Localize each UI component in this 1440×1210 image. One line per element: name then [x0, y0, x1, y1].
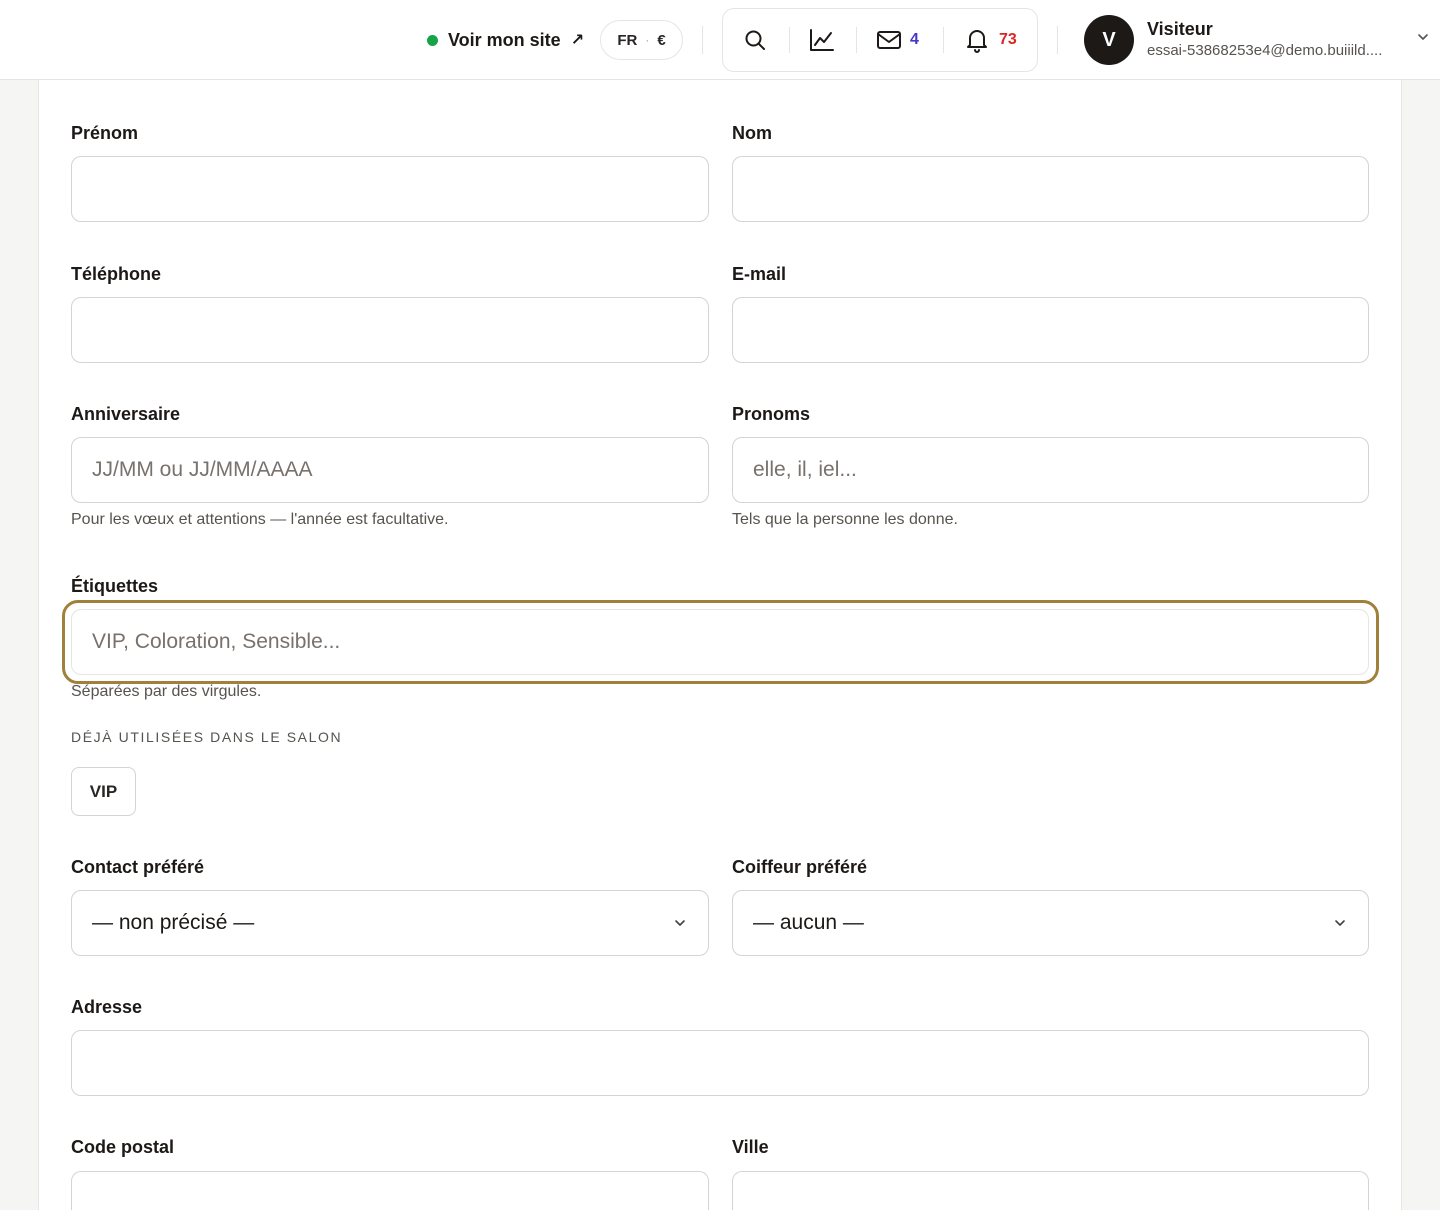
phone-input[interactable] — [71, 297, 709, 363]
external-arrow-icon: ↗ — [570, 32, 585, 49]
first-name-label: Prénom — [71, 123, 139, 143]
chevron-down-icon — [1418, 34, 1428, 40]
email-field[interactable] — [732, 297, 1369, 363]
preferred-contact-value: — non précisé — — [92, 911, 255, 934]
preferred-stylist-value: — aucun — — [753, 911, 864, 934]
user-name: Visiteur — [1147, 19, 1213, 39]
avatar[interactable]: V — [1084, 15, 1134, 65]
user-email: essai-53868253e4@demo.buiiild.... — [1147, 42, 1383, 59]
birthday-label: Anniversaire — [71, 404, 181, 424]
pronouns-placeholder: elle, il, iel... — [753, 458, 857, 481]
search-icon — [745, 30, 765, 50]
preferred-contact-select[interactable]: — non précisé — — [71, 890, 709, 956]
divider — [943, 27, 944, 53]
user-menu-toggle[interactable] — [1416, 30, 1430, 49]
locale-currency: € — [657, 31, 666, 49]
divider — [1057, 26, 1058, 54]
birthday-placeholder: JJ/MM ou JJ/MM/AAAA — [92, 458, 313, 481]
email-label: E-mail — [732, 264, 787, 284]
address-label: Adresse — [71, 997, 143, 1017]
used-tags-caption: DÉJÀ UTILISÉES DANS LE SALON — [71, 729, 343, 745]
notifications-button[interactable]: 73 — [965, 9, 1017, 71]
notifications-count-badge: 73 — [999, 31, 1017, 48]
divider — [856, 27, 857, 53]
messages-count-badge: 4 — [910, 31, 919, 48]
view-site-label: Voir mon site — [448, 29, 561, 50]
top-bar: Voir mon site ↗ FR · € 4 73 V Visiteur e… — [0, 0, 1440, 80]
birthday-hint: Pour les vœux et attentions — l'année es… — [71, 511, 449, 528]
view-site-link[interactable]: Voir mon site ↗ — [427, 27, 584, 53]
postal-code-input[interactable] — [71, 1171, 709, 1210]
site-status-dot — [427, 34, 438, 46]
preferred-contact-label: Contact préféré — [71, 857, 205, 877]
chart-icon — [810, 29, 834, 51]
first-name-input[interactable] — [71, 156, 709, 222]
address-input[interactable] — [71, 1030, 1369, 1096]
tags-placeholder: VIP, Coloration, Sensible... — [92, 630, 341, 653]
tags-label: Étiquettes — [71, 576, 159, 596]
tags-hint: Séparées par des virgules. — [71, 683, 262, 700]
preferred-stylist-label: Coiffeur préféré — [732, 857, 868, 877]
locale-switcher[interactable]: FR · € — [600, 20, 683, 60]
divider — [702, 26, 703, 54]
last-name-input[interactable] — [732, 156, 1369, 222]
stats-button[interactable] — [809, 9, 835, 71]
divider — [789, 27, 790, 53]
city-input[interactable] — [732, 1171, 1369, 1210]
toolbar-icon-group: 4 73 — [722, 8, 1038, 72]
chevron-down-icon — [1335, 920, 1345, 926]
phone-label: Téléphone — [71, 264, 162, 284]
city-label: Ville — [732, 1137, 769, 1157]
chevron-down-icon — [675, 920, 685, 926]
birthday-input[interactable]: JJ/MM ou JJ/MM/AAAA — [71, 437, 709, 503]
pronouns-hint: Tels que la personne les donne. — [732, 511, 958, 528]
pronouns-input[interactable]: elle, il, iel... — [732, 437, 1369, 503]
messages-button[interactable]: 4 — [876, 9, 919, 71]
locale-language: FR — [617, 31, 638, 49]
pronouns-label: Pronoms — [732, 404, 811, 424]
tag-chip-vip[interactable]: VIP — [71, 767, 136, 816]
locale-separator: · — [645, 33, 650, 47]
tags-input[interactable]: VIP, Coloration, Sensible... — [71, 609, 1369, 675]
search-button[interactable] — [743, 9, 767, 71]
preferred-stylist-select[interactable]: — aucun — — [732, 890, 1369, 956]
bell-icon — [967, 30, 987, 53]
mail-icon — [877, 31, 901, 49]
postal-code-label: Code postal — [71, 1137, 175, 1157]
last-name-label: Nom — [732, 123, 772, 143]
